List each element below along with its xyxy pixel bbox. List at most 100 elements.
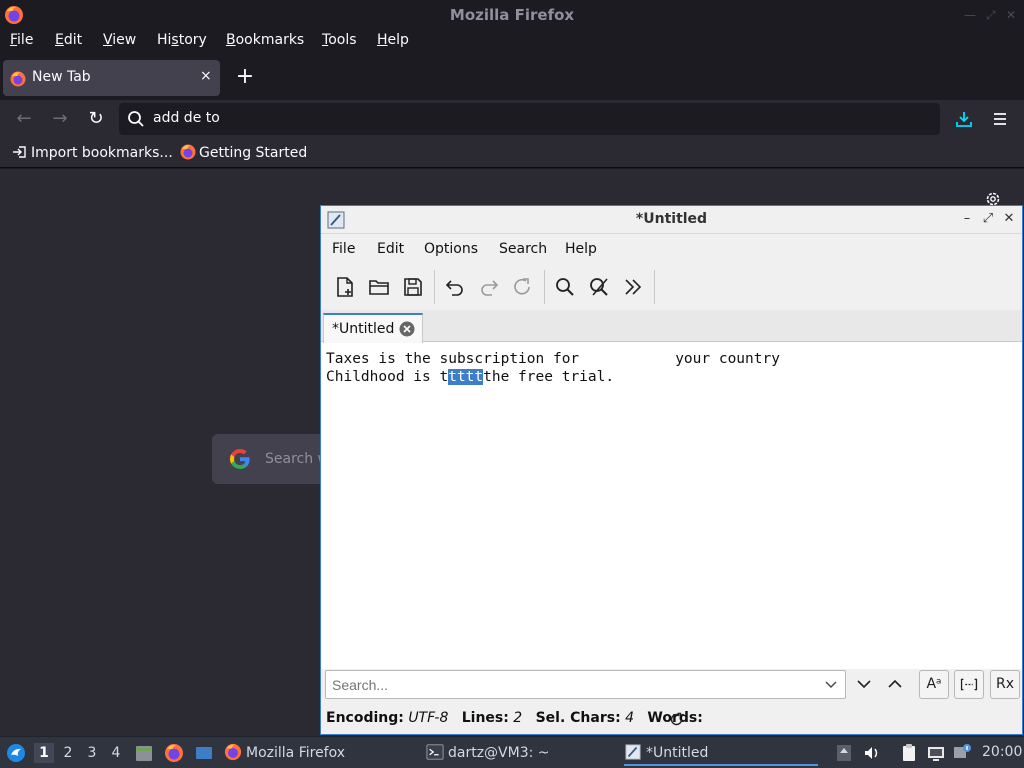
clock[interactable]: 20:00: [982, 744, 1022, 760]
menu-tools[interactable]: Tools: [322, 32, 357, 48]
downloads-icon[interactable]: [955, 110, 973, 128]
menu-search[interactable]: Search: [499, 241, 547, 257]
firefox-launcher-icon[interactable]: [164, 743, 184, 763]
firefox-menubar: File Edit View History Bookmarks Tools H…: [0, 30, 1024, 54]
chevron-down-icon[interactable]: [824, 677, 838, 691]
tab-strip: New Tab × +: [0, 56, 1024, 100]
new-tab-button[interactable]: +: [234, 64, 256, 90]
workspace-1[interactable]: 1: [34, 743, 54, 763]
menu-edit[interactable]: Edit: [377, 241, 404, 257]
firefox-titlebar: Mozilla Firefox — ⤢ ✕: [0, 0, 1024, 30]
task-mousepad[interactable]: *Untitled: [624, 740, 818, 766]
menu-bookmarks[interactable]: Bookmarks: [226, 32, 304, 48]
refresh-word-count-icon[interactable]: [669, 712, 684, 727]
new-document-icon[interactable]: [333, 275, 357, 299]
app-menu-icon[interactable]: [6, 743, 26, 763]
match-case-button[interactable]: Aᵃ: [919, 670, 949, 699]
open-icon[interactable]: [367, 275, 391, 299]
search-icon: [128, 111, 144, 127]
mousepad-menubar: File Edit Options Search Help: [321, 234, 1022, 264]
tab-close-icon[interactable]: [399, 321, 415, 337]
menu-edit[interactable]: Edit: [55, 32, 82, 48]
nav-toolbar: ← → ↻ add de to: [0, 100, 1024, 138]
replace-icon[interactable]: [587, 275, 611, 299]
minimize-button[interactable]: —: [964, 8, 976, 22]
menu-help[interactable]: Help: [377, 32, 409, 48]
regex-button[interactable]: Rx: [990, 670, 1020, 699]
task-firefox[interactable]: Mozilla Firefox: [224, 740, 345, 766]
whole-word-button[interactable]: [954, 670, 984, 699]
task-terminal[interactable]: dartz@VM3: ~: [426, 740, 550, 766]
back-button[interactable]: ←: [12, 107, 36, 131]
bookmarks-toolbar: Import bookmarks... Getting Started: [0, 138, 1024, 168]
maximize-button[interactable]: ⤢: [979, 209, 997, 229]
desktop: Mozilla Firefox — ⤢ ✕ File Edit View His…: [0, 0, 1024, 768]
taskbar: 1 2 3 4 Mozilla Firefox dartz@VM3: ~ *Un…: [0, 736, 1024, 768]
find-next-button[interactable]: [849, 670, 879, 699]
mousepad-toolbar: [321, 264, 1022, 310]
toolbar-separator: [654, 270, 655, 304]
google-icon: [229, 449, 250, 470]
minimize-button[interactable]: –: [958, 209, 976, 229]
hamburger-menu-icon[interactable]: [991, 110, 1009, 128]
document-tabbar: *Untitled: [321, 310, 1022, 343]
menu-view[interactable]: View: [103, 32, 136, 48]
redo-icon[interactable]: [477, 275, 501, 299]
file-manager-icon[interactable]: [134, 743, 154, 763]
mousepad-titlebar: *Untitled – ⤢ ✕: [321, 206, 1022, 234]
toolbar-separator: [544, 270, 545, 304]
menu-file[interactable]: File: [332, 241, 355, 257]
firefox-icon: [180, 144, 196, 160]
network-icon[interactable]: [926, 743, 946, 763]
desktop-icon[interactable]: [194, 743, 214, 763]
notification-icon[interactable]: [952, 743, 972, 763]
firefox-icon: [10, 71, 26, 87]
window-title: Mozilla Firefox: [449, 6, 575, 24]
menu-options[interactable]: Options: [424, 241, 478, 257]
tab-label: New Tab: [32, 69, 91, 85]
toolbar-separator: [434, 270, 435, 304]
mousepad-window: *Untitled – ⤢ ✕ File Edit Options Search…: [320, 205, 1023, 735]
reload-icon[interactable]: [510, 275, 534, 299]
workspace-3[interactable]: 3: [82, 743, 102, 763]
close-button[interactable]: ✕: [1006, 8, 1016, 22]
clipboard-icon[interactable]: [899, 743, 919, 763]
mousepad-icon: [625, 744, 641, 760]
terminal-icon: [426, 744, 444, 760]
find-icon[interactable]: [553, 275, 577, 299]
menu-help[interactable]: Help: [565, 241, 597, 257]
text-editor[interactable]: Taxes is the subscription for your count…: [321, 343, 1022, 669]
save-icon[interactable]: [401, 275, 425, 299]
volume-icon[interactable]: [862, 743, 882, 763]
maximize-button[interactable]: ⤢: [986, 8, 996, 23]
find-previous-button[interactable]: [880, 670, 910, 699]
document-tab-label: *Untitled: [332, 321, 395, 337]
bookmark-getting-started[interactable]: Getting Started: [180, 144, 307, 161]
menu-history[interactable]: History: [157, 32, 207, 48]
search-input[interactable]: [325, 670, 846, 699]
document-tab[interactable]: *Untitled: [323, 313, 423, 343]
status-text: Encoding: UTF-8 Lines: 2 Sel. Chars: 4 W…: [326, 710, 703, 726]
firefox-icon: [224, 743, 242, 761]
workspace-2[interactable]: 2: [58, 743, 78, 763]
close-button[interactable]: ✕: [1000, 209, 1018, 229]
workspace-4[interactable]: 4: [106, 743, 126, 763]
search-bar: Aᵃ Rx: [321, 669, 1022, 705]
mousepad-title: *Untitled: [635, 211, 708, 227]
status-bar: Encoding: UTF-8 Lines: 2 Sel. Chars: 4 W…: [321, 705, 1022, 734]
menu-file[interactable]: File: [10, 32, 33, 48]
tab-new-tab[interactable]: New Tab ×: [3, 60, 220, 96]
upload-icon[interactable]: [834, 743, 854, 763]
bookmark-import[interactable]: Import bookmarks...: [12, 144, 173, 161]
text-selection: tttt: [448, 369, 484, 385]
tab-close-icon[interactable]: ×: [200, 68, 212, 84]
forward-button[interactable]: →: [48, 107, 72, 131]
url-bar[interactable]: add de to: [119, 103, 940, 135]
more-icon[interactable]: [621, 275, 645, 299]
undo-icon[interactable]: [443, 275, 467, 299]
url-text[interactable]: add de to: [153, 110, 220, 126]
reload-button[interactable]: ↻: [84, 107, 108, 131]
editor-line-1: Taxes is the subscription for your count…: [326, 351, 780, 367]
editor-line-2: Childhood is tttttthe free trial.: [326, 369, 615, 385]
import-icon: [13, 146, 26, 158]
